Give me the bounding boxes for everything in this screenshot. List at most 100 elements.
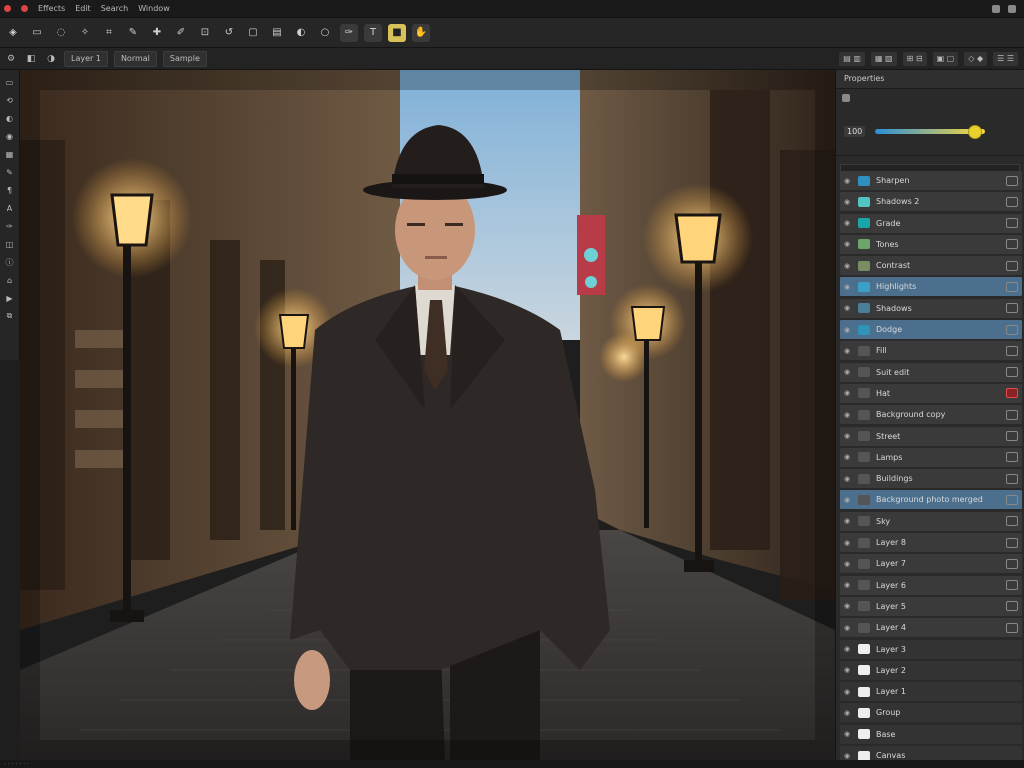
tab-properties[interactable]: Properties — [836, 70, 1024, 89]
layer-mask-icon[interactable] — [1006, 345, 1018, 356]
blur-tool-icon[interactable]: ◐ — [292, 24, 310, 42]
layer-row[interactable]: ◉ Layer 1 — [840, 682, 1022, 702]
layer-mask-icon[interactable] — [1006, 516, 1018, 527]
visibility-eye-icon[interactable]: ◉ — [844, 752, 852, 760]
actions-icon[interactable]: ▶ — [4, 292, 16, 304]
aa-icon[interactable]: ◑ — [44, 52, 58, 66]
visibility-eye-icon[interactable]: ◉ — [844, 602, 852, 610]
visibility-eye-icon[interactable]: ◉ — [844, 517, 852, 525]
adjustment-icon[interactable] — [842, 94, 850, 102]
layer-row[interactable]: ◉ Base — [840, 724, 1022, 744]
visibility-eye-icon[interactable]: ◉ — [844, 560, 852, 568]
pen-tool-icon[interactable]: ✑ — [340, 23, 358, 42]
history-icon[interactable]: ⟲ — [4, 94, 16, 106]
layer-mask-icon[interactable] — [1006, 175, 1018, 186]
visibility-eye-icon[interactable]: ◉ — [844, 453, 852, 461]
layer-row[interactable]: ◉ Layer 2 — [840, 660, 1022, 680]
layer-row[interactable]: ◉ Background copy — [840, 405, 1022, 425]
hand-tool-icon[interactable]: ✋ — [412, 23, 430, 42]
path-icon[interactable]: ✑ — [4, 220, 16, 232]
layer-row[interactable]: ◉ Dodge — [840, 320, 1022, 340]
layer-row[interactable]: ◉ Lamps — [840, 447, 1022, 467]
visibility-eye-icon[interactable]: ◉ — [844, 688, 852, 696]
type-tool-icon[interactable]: T — [364, 23, 382, 42]
settings-icon[interactable] — [1008, 4, 1016, 13]
layer-row[interactable]: ◉ Tones — [840, 234, 1022, 254]
library-icon[interactable]: ⧉ — [4, 310, 16, 322]
visibility-eye-icon[interactable]: ◉ — [844, 368, 852, 376]
distribute-icon[interactable]: ⊞ ⊟ — [902, 51, 927, 66]
visibility-eye-icon[interactable]: ◉ — [844, 262, 852, 270]
layer-row[interactable]: ◉ Layer 8 — [840, 533, 1022, 553]
stamp-tool-icon[interactable]: ⊡ — [196, 24, 214, 42]
marquee-tool-icon[interactable]: ▭ — [28, 24, 46, 42]
layer-mask-icon[interactable] — [1006, 537, 1018, 548]
visibility-eye-icon[interactable]: ◉ — [844, 389, 852, 397]
layer-row[interactable]: ◉ Background photo merged — [840, 490, 1022, 510]
layer-mask-icon[interactable] — [1006, 367, 1018, 378]
menu-effects[interactable]: Effects — [38, 4, 65, 13]
cloud-icon[interactable] — [992, 4, 1000, 13]
visibility-eye-icon[interactable]: ◉ — [844, 496, 852, 504]
eraser-tool-icon[interactable]: ▢ — [244, 24, 262, 42]
visibility-eye-icon[interactable]: ◉ — [844, 709, 852, 717]
visibility-eye-icon[interactable]: ◉ — [844, 539, 852, 547]
layer-row[interactable]: ◉ Fill — [840, 341, 1022, 361]
shape-tool-icon[interactable]: ■ — [388, 23, 406, 42]
layer-field[interactable]: Layer 1 — [64, 50, 108, 67]
tool-preset-icon[interactable]: ⚙ — [4, 52, 18, 66]
eyedropper-tool-icon[interactable]: ✎ — [124, 24, 142, 42]
menu-window[interactable]: Window — [138, 4, 170, 13]
visibility-eye-icon[interactable]: ◉ — [844, 198, 852, 206]
arrange-icon[interactable]: ▣ ▢ — [932, 51, 959, 66]
crop-tool-icon[interactable]: ⌗ — [100, 24, 118, 42]
layer-row[interactable]: ◉ Group — [840, 703, 1022, 723]
image-canvas[interactable] — [20, 70, 835, 760]
workspace-icon[interactable]: ☰ ☰ — [993, 51, 1018, 66]
visibility-eye-icon[interactable]: ◉ — [844, 411, 852, 419]
align-left-icon[interactable]: ▤ ▥ — [839, 51, 865, 66]
mode-icon[interactable]: ◧ — [24, 52, 38, 66]
layer-mask-icon[interactable] — [1006, 281, 1018, 292]
layer-mask-icon[interactable] — [1006, 622, 1018, 633]
info-icon[interactable]: ⓘ — [4, 256, 16, 268]
channel-icon[interactable]: ◫ — [4, 238, 16, 250]
layer-row[interactable]: ◉ Sharpen — [840, 171, 1022, 190]
close-window-icon[interactable] — [4, 5, 11, 12]
layer-mask-icon[interactable] — [1006, 239, 1018, 250]
visibility-eye-icon[interactable]: ◉ — [844, 475, 852, 483]
minimize-window-icon[interactable] — [21, 5, 28, 12]
layer-row[interactable]: ◉ Suit edit — [840, 362, 1022, 382]
menu-search[interactable]: Search — [101, 4, 128, 13]
brush-tool-icon[interactable]: ✐ — [172, 24, 190, 42]
visibility-eye-icon[interactable]: ◉ — [844, 624, 852, 632]
layer-row[interactable]: ◉ Shadows — [840, 298, 1022, 318]
character-icon[interactable]: A — [4, 202, 16, 214]
layer-mask-icon[interactable] — [1006, 303, 1018, 314]
visibility-eye-icon[interactable]: ◉ — [844, 730, 852, 738]
visibility-eye-icon[interactable]: ◉ — [844, 283, 852, 291]
lasso-tool-icon[interactable]: ◌ — [52, 24, 70, 42]
layer-mask-icon[interactable] — [1006, 409, 1018, 420]
visibility-eye-icon[interactable]: ◉ — [844, 219, 852, 227]
swatch-icon[interactable]: ▦ — [4, 148, 16, 160]
3d-icon[interactable]: ◇ ◆ — [964, 51, 988, 66]
layer-mask-icon[interactable] — [1006, 494, 1018, 505]
layer-row[interactable]: ◉ Sky — [840, 511, 1022, 531]
layer-mask-icon[interactable] — [1006, 473, 1018, 484]
visibility-eye-icon[interactable]: ◉ — [844, 666, 852, 674]
layer-row[interactable]: ◉ Highlights — [840, 277, 1022, 297]
visibility-eye-icon[interactable]: ◉ — [844, 432, 852, 440]
layer-mask-icon[interactable] — [1006, 452, 1018, 463]
gradient-tool-icon[interactable]: ▤ — [268, 24, 286, 42]
visibility-eye-icon[interactable]: ◉ — [844, 326, 852, 334]
navigator-icon[interactable]: ⌂ — [4, 274, 16, 286]
slider-thumb[interactable] — [968, 124, 983, 139]
layer-row[interactable]: ◉ Contrast — [840, 256, 1022, 276]
paragraph-icon[interactable]: ¶ — [4, 184, 16, 196]
move-tool-icon[interactable]: ◈ — [4, 24, 22, 42]
layer-mask-icon[interactable] — [1006, 324, 1018, 335]
layer-mask-icon[interactable] — [1006, 218, 1018, 229]
layer-row[interactable]: ◉ Layer 4 — [840, 618, 1022, 638]
layer-row[interactable]: ◉ Grade — [840, 213, 1022, 233]
